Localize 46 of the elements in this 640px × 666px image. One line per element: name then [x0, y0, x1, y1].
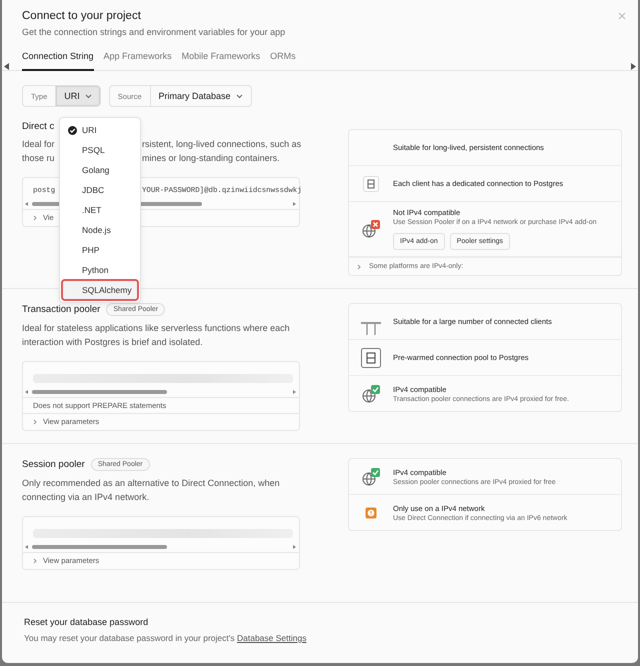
chevron-down-icon: [84, 94, 92, 98]
menu-item[interactable]: Golang: [62, 160, 138, 180]
database-settings-link[interactable]: Database Settings: [236, 633, 306, 643]
tab[interactable]: ORMs: [270, 51, 296, 71]
pooler-connector-icon: [361, 322, 381, 335]
description-text: those ru: [22, 152, 56, 165]
menu-item[interactable]: JDBC: [62, 180, 138, 200]
menu-item[interactable]: URI: [62, 120, 138, 140]
scroll-right-icon[interactable]: [631, 63, 636, 70]
menu-item[interactable]: Python: [62, 260, 138, 280]
menu-item[interactable]: .NET: [62, 200, 138, 220]
chevron-icon: [33, 418, 37, 424]
globe-check-icon: [361, 466, 381, 486]
close-icon[interactable]: [618, 12, 626, 20]
tab[interactable]: App Frameworks: [104, 51, 172, 71]
globe-error-icon: [361, 219, 381, 239]
description-text: rsistent, long-lived connections, such as: [142, 138, 302, 151]
menu-item[interactable]: PSQL: [62, 140, 138, 160]
warning-icon: [365, 506, 377, 518]
menu-item[interactable]: PHP: [62, 240, 138, 260]
chevron-down-icon: [236, 94, 243, 98]
chevron-icon: [33, 214, 37, 220]
chevron-icon: [357, 264, 361, 270]
section-title: Direct c: [22, 121, 54, 132]
description-text: Ideal for: [22, 138, 56, 151]
scroll-left-icon[interactable]: [4, 63, 9, 70]
select-button[interactable]: URI: [56, 86, 100, 106]
menu-item[interactable]: SQLAlchemy: [62, 280, 138, 300]
section-title: Session pooler: [22, 459, 85, 470]
globe-check-icon: [361, 384, 381, 404]
server-icon: [363, 176, 379, 192]
section-title: Transaction pooler: [22, 304, 100, 315]
dialog-title: Connect to your project: [22, 10, 142, 22]
chevron-icon: [33, 558, 37, 564]
menu-item[interactable]: Node.js: [62, 220, 138, 240]
server-icon: [361, 348, 381, 368]
reset-text: You may reset your database password in your project's Database Settings: [24, 633, 308, 643]
description-text: Only recommended as an alternative to Direct Connection, when connecting via an IPv4 network.: [22, 477, 281, 504]
description-text: Ideal for stateless applications like serverless functions where each interaction with Postgres is brief and isolated.: [22, 322, 291, 349]
tab[interactable]: Connection String: [22, 51, 94, 71]
check-icon: [68, 126, 77, 134]
reset-title: Reset your database password: [24, 617, 150, 627]
tab[interactable]: Mobile Frameworks: [182, 51, 260, 71]
select-button[interactable]: Primary Database: [150, 86, 251, 106]
dialog-subtitle: Get the connection strings and environment variables for your app: [22, 27, 286, 37]
description-text: mines or long-standing containers.: [142, 152, 281, 165]
